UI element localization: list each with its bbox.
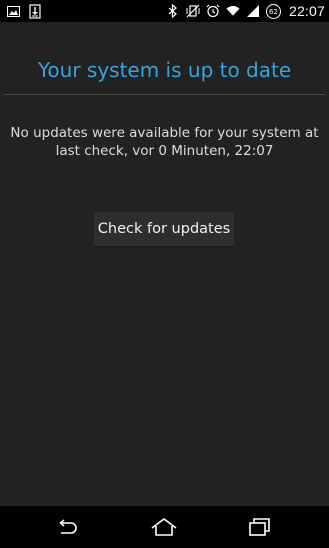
update-status-message: No updates were available for your syste… — [10, 125, 319, 159]
download-notification-icon — [28, 3, 42, 19]
back-button[interactable] — [47, 512, 87, 542]
check-for-updates-button[interactable]: Check for updates — [94, 212, 234, 246]
back-icon — [59, 519, 77, 534]
battery-icon: 62 — [265, 3, 281, 19]
notification-icons — [6, 3, 42, 19]
home-icon — [151, 518, 177, 536]
wifi-icon — [226, 3, 240, 19]
image-notification-icon — [6, 3, 20, 19]
title-divider — [4, 94, 325, 95]
signal-icon — [246, 3, 260, 19]
vibrate-icon — [186, 3, 200, 19]
recent-apps-icon — [249, 518, 270, 536]
status-bar: 62 22:07 — [0, 0, 329, 22]
alarm-icon — [206, 3, 220, 19]
navigation-bar — [0, 506, 329, 548]
system-status-icons: 62 22:07 — [166, 2, 325, 20]
bluetooth-icon — [166, 3, 180, 19]
home-button[interactable] — [144, 512, 184, 542]
recent-apps-button[interactable] — [240, 512, 280, 542]
page-title: Your system is up to date — [37, 58, 292, 82]
status-clock: 22:07 — [288, 3, 325, 19]
